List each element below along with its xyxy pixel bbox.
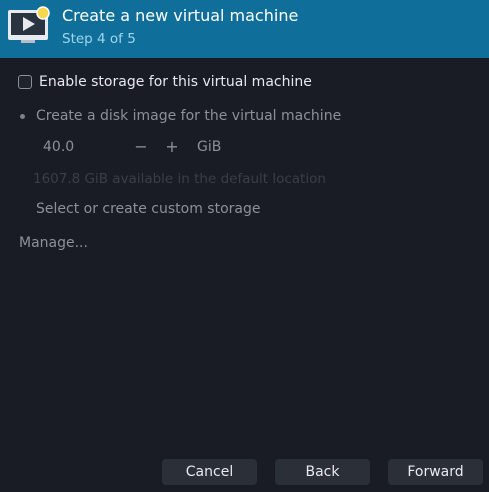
disk-size-stepper: 40.0 − + GiB [43, 137, 221, 157]
manage-button[interactable]: Manage... [19, 235, 88, 251]
disk-image-label: Create a disk image for the virtual mach… [36, 108, 342, 124]
disk-size-unit: GiB [197, 139, 222, 155]
wizard-title: Create a new virtual machine [62, 6, 299, 25]
disk-image-radio[interactable] [20, 113, 25, 119]
back-button[interactable]: Back [275, 459, 370, 485]
disk-size-input[interactable]: 40.0 [43, 139, 123, 155]
custom-storage-option[interactable]: Select or create custom storage [36, 201, 261, 217]
new-vm-dialog: Create a new virtual machine Step 4 of 5… [0, 0, 489, 492]
forward-button[interactable]: Forward [388, 459, 483, 485]
enable-storage-checkbox[interactable] [18, 75, 32, 89]
enable-storage-label: Enable storage for this virtual machine [39, 74, 312, 90]
enable-storage-option[interactable]: Enable storage for this virtual machine [18, 72, 312, 92]
wizard-header: Create a new virtual machine Step 4 of 5 [0, 0, 489, 58]
increment-button[interactable]: + [164, 137, 180, 157]
wizard-step: Step 4 of 5 [62, 31, 136, 47]
disk-image-option[interactable]: Create a disk image for the virtual mach… [18, 106, 341, 126]
available-space-text: 1607.8 GiB available in the default loca… [33, 171, 326, 187]
decrement-button[interactable]: − [133, 137, 149, 157]
cancel-button[interactable]: Cancel [162, 459, 257, 485]
vm-play-icon [8, 6, 50, 43]
